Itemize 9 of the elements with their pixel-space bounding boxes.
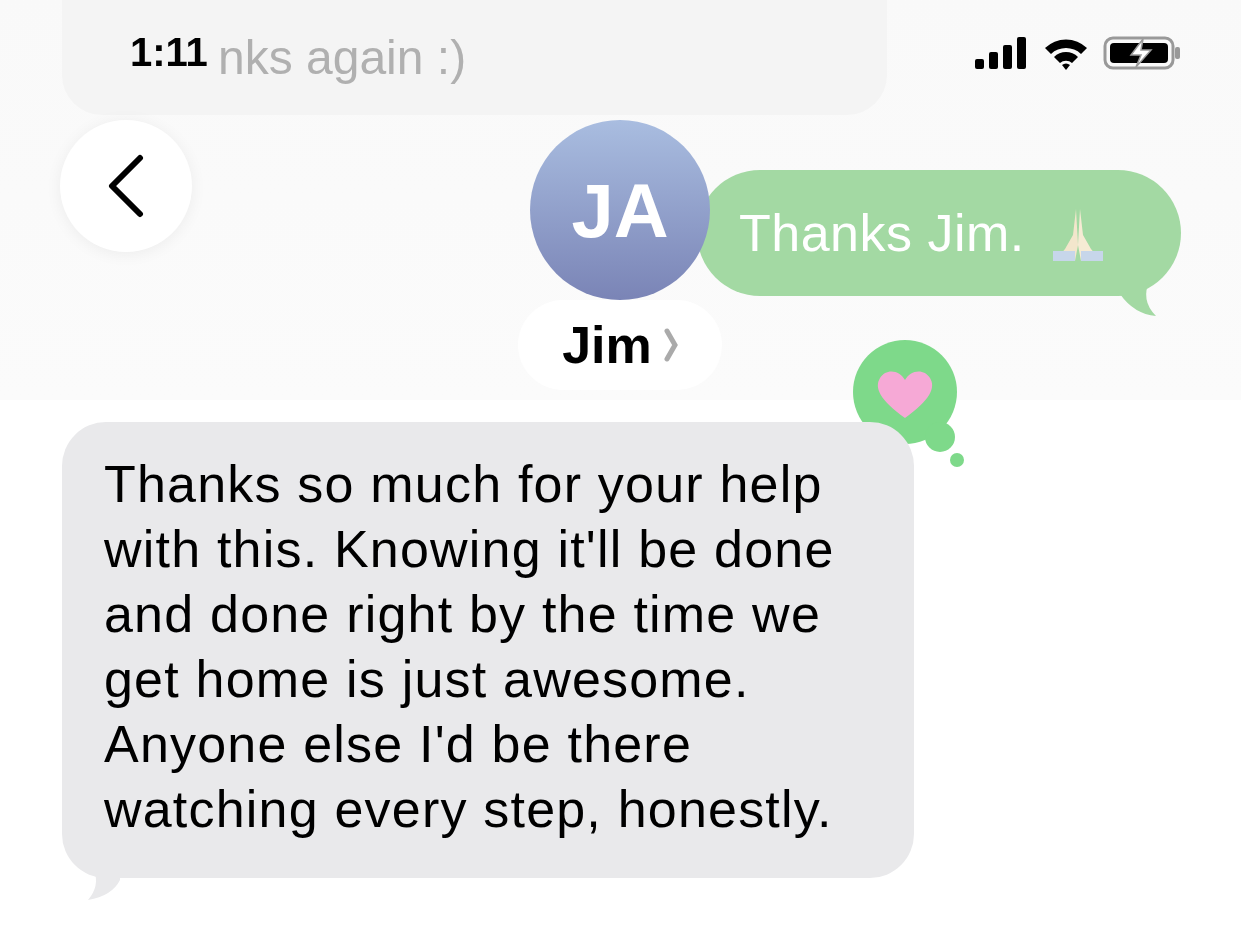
contact-name-button[interactable]: Jim (518, 300, 722, 390)
signal-icon (975, 36, 1029, 69)
chevron-icon (663, 328, 678, 362)
status-time: 1:11 (130, 30, 208, 75)
message-text: nks again :) (218, 31, 467, 84)
chevron-left-icon (106, 154, 146, 218)
battery-icon (1103, 35, 1181, 70)
message-text: Thanks so much for your help with this. Knowing it'll be done and done right by the time we get home is just awesome. Anyone else I'd be there watching every step, honestly. (104, 455, 835, 838)
message-text: Thanks Jim. (739, 203, 1025, 263)
